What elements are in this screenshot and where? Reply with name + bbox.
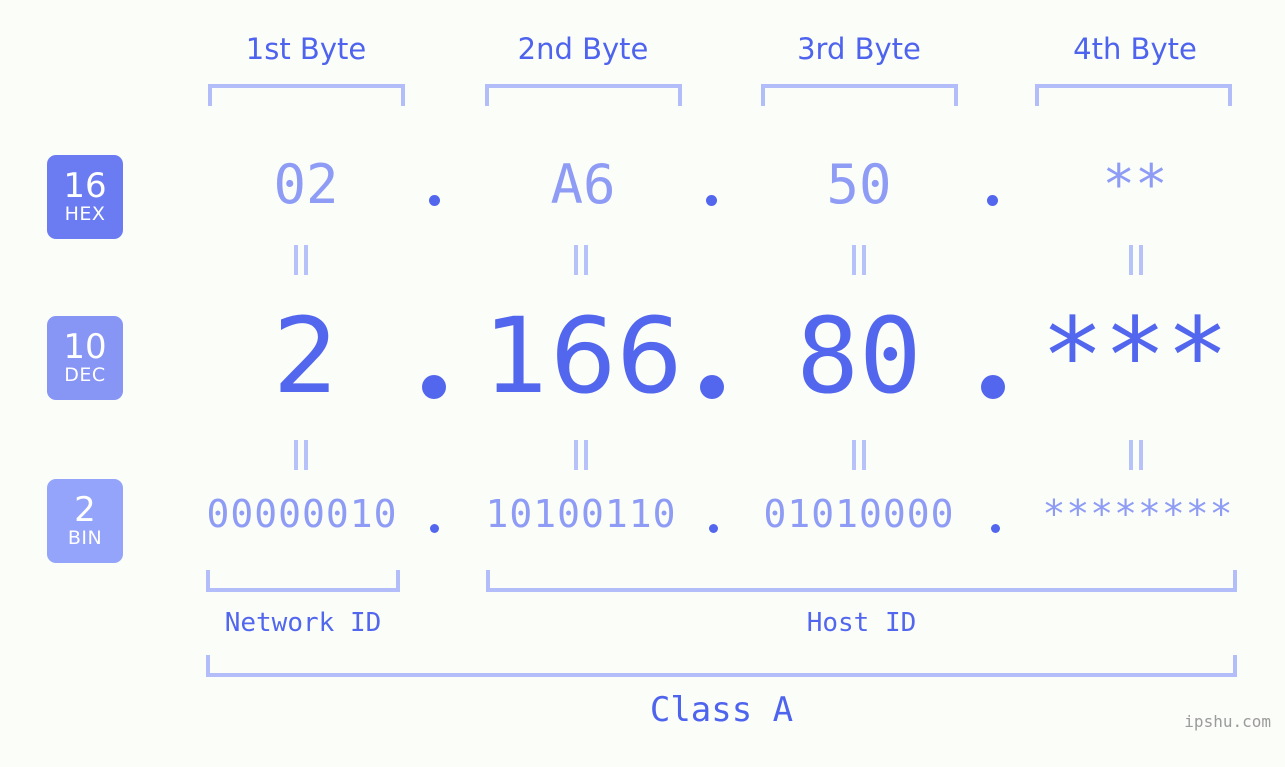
bin-dot-separator-2 bbox=[709, 524, 718, 533]
hex-dot-separator-1 bbox=[429, 195, 440, 206]
radix-badge-hex-label: HEX bbox=[64, 203, 106, 225]
equals-separator-hex-dec-2 bbox=[571, 245, 591, 275]
equals-separator-dec-bin-1 bbox=[291, 440, 311, 470]
dec-dot-separator-3 bbox=[981, 375, 1005, 399]
byte-bracket-4 bbox=[1035, 84, 1232, 106]
hex-dot-separator-2 bbox=[706, 195, 717, 206]
dec-byte-2: 166 bbox=[483, 295, 683, 417]
dec-dot-separator-2 bbox=[700, 375, 724, 399]
hex-byte-2: A6 bbox=[550, 153, 616, 216]
radix-badge-dec-label: DEC bbox=[64, 364, 106, 386]
dec-byte-3: 80 bbox=[796, 295, 922, 417]
equals-separator-dec-bin-4 bbox=[1126, 440, 1146, 470]
byte-header-3: 3rd Byte bbox=[797, 32, 921, 66]
radix-badge-bin-label: BIN bbox=[67, 527, 103, 549]
network-id-bracket bbox=[206, 570, 400, 592]
equals-separator-hex-dec-1 bbox=[291, 245, 311, 275]
radix-badge-bin: 2 BIN bbox=[47, 479, 123, 563]
dec-byte-4: *** bbox=[1041, 295, 1229, 417]
equals-separator-hex-dec-3 bbox=[849, 245, 869, 275]
byte-header-1: 1st Byte bbox=[245, 32, 367, 66]
radix-badge-dec-number: 10 bbox=[63, 327, 107, 367]
equals-separator-dec-bin-2 bbox=[571, 440, 591, 470]
site-watermark: ipshu.com bbox=[1184, 712, 1271, 731]
radix-badge-bin-number: 2 bbox=[74, 490, 96, 530]
equals-separator-hex-dec-4 bbox=[1126, 245, 1146, 275]
bin-byte-4: ******** bbox=[1042, 492, 1234, 536]
host-id-label: Host ID bbox=[806, 608, 917, 638]
network-id-label: Network ID bbox=[224, 608, 382, 638]
equals-separator-dec-bin-3 bbox=[849, 440, 869, 470]
byte-bracket-1 bbox=[208, 84, 405, 106]
hex-dot-separator-3 bbox=[987, 195, 998, 206]
ip-byte-breakdown-diagram: 1st Byte 2nd Byte 3rd Byte 4th Byte 16 H… bbox=[0, 0, 1285, 767]
hex-byte-1: 02 bbox=[273, 153, 339, 216]
bin-byte-1: 00000010 bbox=[206, 492, 398, 536]
radix-badge-hex-number: 16 bbox=[63, 166, 107, 206]
byte-bracket-3 bbox=[761, 84, 958, 106]
radix-badge-hex: 16 HEX bbox=[47, 155, 123, 239]
bin-dot-separator-3 bbox=[991, 524, 1000, 533]
hex-byte-4: ** bbox=[1102, 153, 1168, 216]
class-bracket bbox=[206, 655, 1237, 677]
byte-header-4: 4th Byte bbox=[1073, 32, 1197, 66]
dec-dot-separator-1 bbox=[422, 375, 446, 399]
bin-byte-3: 01010000 bbox=[763, 492, 955, 536]
host-id-bracket bbox=[486, 570, 1237, 592]
class-label: Class A bbox=[649, 690, 794, 730]
hex-byte-3: 50 bbox=[826, 153, 892, 216]
bin-dot-separator-1 bbox=[430, 524, 439, 533]
byte-header-2: 2nd Byte bbox=[517, 32, 649, 66]
dec-byte-1: 2 bbox=[272, 295, 340, 417]
bin-byte-2: 10100110 bbox=[485, 492, 677, 536]
byte-bracket-2 bbox=[485, 84, 682, 106]
radix-badge-dec: 10 DEC bbox=[47, 316, 123, 400]
